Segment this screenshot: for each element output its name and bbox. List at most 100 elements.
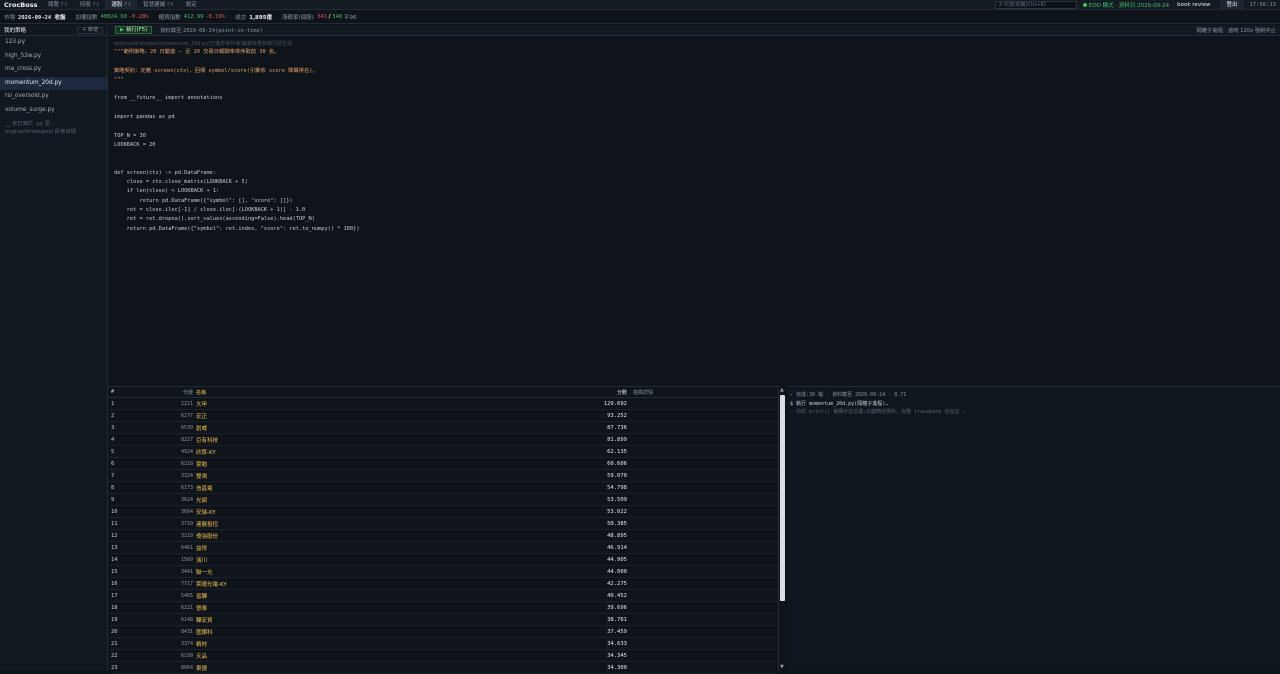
nav-tab-label: 持股 xyxy=(79,1,91,8)
app-brand[interactable]: CrocBoss xyxy=(0,1,42,9)
stock-code: 6173 xyxy=(180,484,193,491)
table-row[interactable]: 20 8431 匯鑽科 37.459 xyxy=(109,626,778,638)
stock-name[interactable]: 宏正 xyxy=(193,412,313,420)
nav-tab-overview[interactable]: 總覽 F1 xyxy=(42,0,74,10)
nav-tab-smart-advice[interactable]: 智慧建議 F4 xyxy=(137,0,180,10)
table-row[interactable]: 8 6173 信昌電 54.798 xyxy=(109,482,778,494)
stock-name[interactable]: 信昌電 xyxy=(193,484,313,492)
file-path: engine/strategies/momentum_20d.py(已進界單外導… xyxy=(114,41,293,47)
scroll-up-icon[interactable]: ▲ xyxy=(780,387,784,393)
stock-name[interactable]: 安瑞-KY xyxy=(193,508,313,516)
score-value: 60.606 xyxy=(607,460,627,467)
col-header-details: 指標詳情 xyxy=(633,389,654,396)
stock-code: 6148 xyxy=(180,616,193,623)
table-row[interactable]: 4 8227 巨有科技 81.899 xyxy=(109,434,778,446)
row-index: 4 xyxy=(111,436,115,443)
stock-name[interactable]: 大甲 xyxy=(193,400,313,408)
table-row[interactable]: 12 3219 倚強股份 48.895 xyxy=(109,530,778,542)
table-row[interactable]: 16 7717 萊德光電-KY 42.275 xyxy=(109,578,778,590)
nav-tab-holdings[interactable]: 持股 F2 xyxy=(74,0,106,10)
market-date: 2026-09-24 收盤 xyxy=(18,15,66,21)
strategy-file-item[interactable]: rsi_oversold.py xyxy=(0,90,107,104)
row-index: 15 xyxy=(111,568,118,575)
search-input[interactable]: 2-代號/名稱(Ctrl+K) xyxy=(994,1,1077,9)
stock-name[interactable]: 天品 xyxy=(193,652,313,660)
stock-name[interactable]: 連展投控 xyxy=(193,520,313,528)
book-review-link[interactable]: book review xyxy=(1177,2,1210,8)
table-row[interactable]: 2 6277 宏正 93.252 xyxy=(109,410,778,422)
table-row[interactable]: 10 3664 安瑞-KY 53.022 xyxy=(109,506,778,518)
stock-name[interactable]: 益得 xyxy=(193,544,313,552)
stock-name[interactable]: 精材 xyxy=(193,640,313,648)
table-row[interactable]: 1 2221 大甲 129.692 xyxy=(109,398,778,410)
table-row[interactable]: 23 8064 東捷 34.300 xyxy=(109,662,778,674)
code-lines[interactable]: """範例策略：20 日動能 — 近 20 交易日報酬率排序取前 30 名。 策略… xyxy=(114,48,1275,234)
stock-name[interactable]: 光頡 xyxy=(193,496,313,504)
stock-name[interactable]: 豪勉 xyxy=(193,460,313,468)
table-row[interactable]: 13 6461 益得 46.914 xyxy=(109,542,778,554)
table-row[interactable]: 19 6148 驊宏資 38.761 xyxy=(109,614,778,626)
stock-name[interactable]: 創威 xyxy=(193,424,313,432)
table-row[interactable]: 22 6199 天品 34.345 xyxy=(109,650,778,662)
stock-name[interactable]: 晉泰 xyxy=(193,604,313,612)
stock-code: 6461 xyxy=(180,544,193,551)
col-header-score[interactable]: 分數 xyxy=(313,389,627,396)
stock-name[interactable]: 萊德光電-KY xyxy=(193,580,313,588)
stock-name[interactable]: 欣厚-KY xyxy=(193,448,313,456)
new-strategy-button[interactable]: + 新增 xyxy=(77,26,103,34)
mode-text: EOD 模式 · 資料日 2026-09-24 xyxy=(1088,3,1170,9)
run-button[interactable]: ▶ 執行(F5) xyxy=(115,26,153,34)
strategy-file-item[interactable]: volume_surge.py xyxy=(0,104,107,118)
volume-label: 成交 xyxy=(235,15,247,21)
table-row[interactable]: 17 5465 富驊 40.452 xyxy=(109,590,778,602)
row-index: 3 xyxy=(111,424,115,431)
table-row[interactable]: 21 3374 精材 34.633 xyxy=(109,638,778,650)
code-line: if len(close) < LOOKBACK + 1: xyxy=(114,188,220,195)
stock-name[interactable]: 聯一光 xyxy=(193,568,313,576)
scrollbar-thumb[interactable] xyxy=(780,395,785,601)
strategy-file-item[interactable]: high_52w.py xyxy=(0,50,107,64)
score-value: 34.633 xyxy=(607,640,627,647)
stock-name[interactable]: 匯鑽科 xyxy=(193,628,313,636)
stock-name[interactable]: 東捷 xyxy=(193,664,313,672)
table-row[interactable]: 6 6218 豪勉 60.606 xyxy=(109,458,778,470)
row-index: 5 xyxy=(111,448,115,455)
score-value: 37.459 xyxy=(607,628,627,635)
col-header-code[interactable]: 代號 xyxy=(173,389,193,396)
stock-name[interactable]: 驊宏資 xyxy=(193,616,313,624)
table-row[interactable]: 14 1569 濱川 44.905 xyxy=(109,554,778,566)
nav-tab-screener[interactable]: 選股 F3 xyxy=(105,0,138,10)
code-line: return pd.DataFrame({"symbol": ret.index… xyxy=(114,225,360,232)
editor-toolbar: ▶ 執行(F5) 資料截至 2026-09-24(point-in-time) 隔… xyxy=(109,25,1280,36)
stock-name[interactable]: 倚強股份 xyxy=(193,532,313,540)
results-scrollbar[interactable]: ▲ ▼ xyxy=(778,386,786,671)
table-row[interactable]: 11 3710 連展投控 50.385 xyxy=(109,518,778,530)
code-editor[interactable]: engine/strategies/momentum_20d.py(已進界單外導… xyxy=(109,37,1280,384)
col-header-index: # xyxy=(111,389,115,395)
scroll-down-icon[interactable]: ▼ xyxy=(780,664,784,670)
score-value: 34.345 xyxy=(607,652,627,659)
col-header-name[interactable]: 名稱 xyxy=(193,389,313,396)
strategy-file-item[interactable]: ma_cross.py xyxy=(0,63,107,77)
table-row[interactable]: 7 3324 雙鴻 59.070 xyxy=(109,470,778,482)
volume-value: 1,895億 xyxy=(249,15,273,21)
table-row[interactable]: 5 4924 欣厚-KY 62.135 xyxy=(109,446,778,458)
row-index: 18 xyxy=(111,604,118,611)
table-row[interactable]: 3 6530 創威 87.736 xyxy=(109,422,778,434)
code-line: TOP_N = 30 xyxy=(114,132,146,139)
table-row[interactable]: 9 3624 光頡 53.509 xyxy=(109,494,778,506)
table-row[interactable]: 18 6221 晉泰 39.696 xyxy=(109,602,778,614)
nav-tab-shortcut: F2 xyxy=(92,1,100,8)
logout-button[interactable]: 登出 xyxy=(1220,0,1244,10)
snapshot-label: 資料截至 xyxy=(160,28,182,34)
stock-name[interactable]: 雙鴻 xyxy=(193,472,313,480)
strategy-file-item[interactable]: 123.py xyxy=(0,36,107,50)
top-right-area: 2-代號/名稱(Ctrl+K) EOD 模式 · 資料日 2026-09-24 … xyxy=(994,0,1280,10)
stock-name[interactable]: 巨有科技 xyxy=(193,436,313,444)
nav-tab-settings[interactable]: 設定 xyxy=(180,0,203,10)
stock-name[interactable]: 富驊 xyxy=(193,592,313,600)
table-row[interactable]: 15 3441 聯一光 44.000 xyxy=(109,566,778,578)
stock-name[interactable]: 濱川 xyxy=(193,556,313,564)
strategy-file-item-active[interactable]: momentum_20d.py xyxy=(0,76,107,90)
